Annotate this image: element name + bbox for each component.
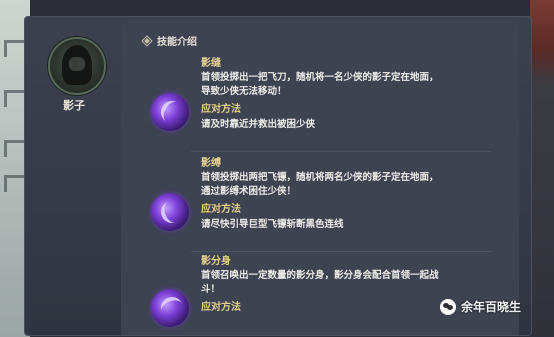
watermark: 余年百晓生	[440, 298, 521, 315]
mask-face	[69, 57, 85, 71]
skill-name: 影分身	[201, 256, 231, 267]
section-title: 技能介绍	[157, 37, 197, 48]
calligraphy-stroke	[4, 175, 25, 192]
background-scenery-right	[530, 0, 554, 337]
skill-desc-line: 导致少侠无法移动！	[201, 86, 287, 97]
watermark-text: 余年百晓生	[461, 300, 522, 314]
skill-name: 影缚	[201, 158, 221, 169]
skill-name: 影缝	[201, 58, 221, 69]
calligraphy-stroke	[4, 140, 25, 157]
calligraphy-stroke	[4, 40, 25, 57]
skill-intro-content: 技能介绍 影缝 首领投掷出一把飞刀，随机将一名少侠的影子定在地面， 导致少侠无法…	[121, 21, 519, 335]
shadow-stitch-icon[interactable]	[151, 93, 189, 131]
wechat-icon	[440, 298, 456, 315]
section-header: 技能介绍	[141, 33, 197, 48]
shadow-bind-icon[interactable]	[151, 193, 189, 231]
method-desc: 请及时靠近并救出被困少侠	[201, 119, 316, 130]
method-title: 应对方法	[201, 204, 241, 215]
method-desc: 请尽快引导巨型飞镖斩断黑色连线	[201, 219, 344, 230]
skill-text: 影缚 首领投掷出两把飞镖，随机将两名少侠的影子定在地面， 通过影缚术困住少侠！ …	[201, 157, 511, 232]
character-column: 影子	[25, 17, 119, 335]
divider	[191, 151, 491, 152]
method-title: 应对方法	[201, 104, 241, 115]
boss-info-panel: 影子 技能介绍 影缝 首领投掷出一把飞刀，随机将一名少侠的影子定在地面， 导致少…	[24, 16, 532, 336]
character-avatar[interactable]	[48, 37, 106, 95]
skill-desc-line: 斗！	[201, 284, 221, 295]
character-name: 影子	[63, 99, 85, 112]
divider	[191, 251, 491, 252]
skill-text: 影缝 首领投掷出一把飞刀，随机将一名少侠的影子定在地面， 导致少侠无法移动！ 应…	[201, 57, 511, 132]
skill-desc-line: 通过影缚术困住少侠！	[201, 186, 297, 197]
calligraphy-stroke	[4, 90, 25, 107]
skill-desc-line: 首领投掷出一把飞刀，随机将一名少侠的影子定在地面，	[201, 72, 439, 83]
diamond-icon	[141, 34, 153, 47]
skill-desc-line: 首领召唤出一定数量的影分身，影分身会配合首领一起战	[201, 270, 439, 281]
shadow-clone-icon[interactable]	[151, 289, 189, 327]
skill-desc-line: 首领投掷出两把飞镖，随机将两名少侠的影子定在地面，	[201, 172, 439, 183]
